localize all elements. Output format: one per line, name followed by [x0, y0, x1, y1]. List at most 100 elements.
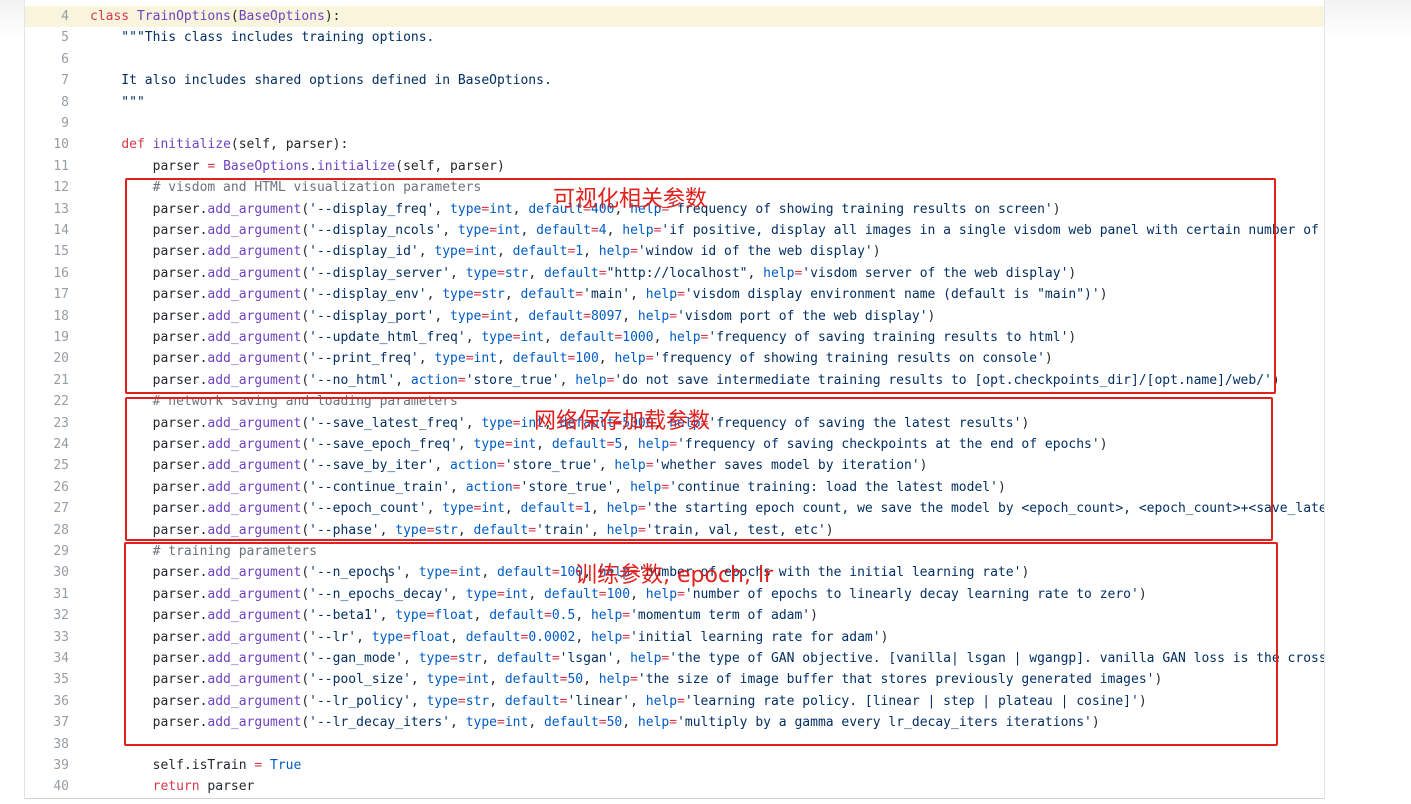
line-number[interactable]: 13: [25, 199, 69, 220]
line-number[interactable]: 12: [25, 177, 69, 198]
code-line[interactable]: 34 parser.add_argument('--gan_mode', typ…: [25, 648, 1324, 669]
line-number[interactable]: 6: [25, 49, 69, 70]
code-line[interactable]: 22 # network saving and loading paramete…: [25, 391, 1324, 412]
line-number[interactable]: 21: [25, 370, 69, 391]
line-code: parser.add_argument('--continue_train', …: [90, 479, 1006, 495]
code-line[interactable]: 13 parser.add_argument('--display_freq',…: [25, 199, 1324, 220]
code-line[interactable]: 24 parser.add_argument('--save_epoch_fre…: [25, 434, 1324, 455]
line-number[interactable]: 31: [25, 584, 69, 605]
line-number[interactable]: 15: [25, 241, 69, 262]
code-viewer[interactable]: 4 class TrainOptions(BaseOptions): 5 """Th…: [24, 0, 1325, 799]
code-line[interactable]: 26 parser.add_argument('--continue_train…: [25, 477, 1324, 498]
code-line[interactable]: 33 parser.add_argument('--lr', type=floa…: [25, 627, 1324, 648]
line-code: parser.add_argument('--save_latest_freq'…: [90, 415, 1030, 431]
code-line[interactable]: 35 parser.add_argument('--pool_size', ty…: [25, 669, 1324, 690]
code-line[interactable]: 37 parser.add_argument('--lr_decay_iters…: [25, 712, 1324, 733]
line-number[interactable]: 24: [25, 434, 69, 455]
line-number[interactable]: 33: [25, 627, 69, 648]
line-code: parser.add_argument('--lr_policy', type=…: [90, 693, 1147, 709]
line-number[interactable]: 38: [25, 734, 69, 755]
line-number[interactable]: 40: [25, 776, 69, 797]
code-line[interactable]: 32 parser.add_argument('--beta1', type=f…: [25, 605, 1324, 626]
line-number[interactable]: 39: [25, 755, 69, 776]
code-line[interactable]: 40 return parser: [25, 776, 1324, 797]
line-code: parser.add_argument('--n_epochs', type=i…: [90, 565, 1030, 581]
code-line[interactable]: 16 parser.add_argument('--display_server…: [25, 263, 1324, 284]
code-line[interactable]: 29 # training parameters: [25, 541, 1324, 562]
line-number[interactable]: 20: [25, 348, 69, 369]
line-number[interactable]: 34: [25, 648, 69, 669]
line-number[interactable]: 8: [25, 92, 69, 113]
code-line[interactable]: 6: [25, 49, 1324, 70]
text-cursor-icon: I: [385, 572, 389, 587]
code-line[interactable]: 9: [25, 113, 1324, 134]
line-number[interactable]: 30: [25, 562, 69, 583]
code-line[interactable]: 38: [25, 734, 1324, 755]
line-code: parser.add_argument('--no_html', action=…: [90, 372, 1280, 388]
line-code: parser.add_argument('--pool_size', type=…: [90, 672, 1163, 688]
code-line[interactable]: 8 """: [25, 92, 1324, 113]
line-code: return parser: [152, 779, 255, 795]
code-line[interactable]: 14 parser.add_argument('--display_ncols'…: [25, 220, 1324, 241]
line-code: """: [90, 94, 145, 110]
code-line[interactable]: 15 parser.add_argument('--display_id', t…: [25, 241, 1324, 262]
line-number[interactable]: 17: [25, 284, 69, 305]
code-line[interactable]: 10 def initialize(self, parser):: [25, 134, 1324, 155]
line-number[interactable]: 29: [25, 541, 69, 562]
line-number[interactable]: 11: [25, 156, 69, 177]
line-number[interactable]: 9: [25, 113, 69, 134]
line-number[interactable]: 5: [25, 27, 69, 48]
line-code: parser.add_argument('--lr', type=float, …: [90, 629, 889, 645]
line-number[interactable]: 36: [25, 691, 69, 712]
line-number[interactable]: 4: [25, 6, 69, 27]
line-code: """This class includes training options.: [90, 30, 435, 46]
line-code: parser.add_argument('--display_port', ty…: [90, 308, 936, 324]
line-number[interactable]: 32: [25, 605, 69, 626]
code-line[interactable]: 7 It also includes shared options define…: [25, 70, 1324, 91]
line-number[interactable]: 14: [25, 220, 69, 241]
code-line[interactable]: 39 self.isTrain = True: [25, 755, 1324, 776]
line-number[interactable]: 37: [25, 712, 69, 733]
code-line[interactable]: 21 parser.add_argument('--no_html', acti…: [25, 370, 1324, 391]
line-code: parser.add_argument('--n_epochs_decay', …: [90, 586, 1147, 602]
line-number[interactable]: 22: [25, 391, 69, 412]
code-line[interactable]: 4 class TrainOptions(BaseOptions):: [25, 6, 1324, 28]
code-line[interactable]: 25 parser.add_argument('--save_by_iter',…: [25, 455, 1324, 476]
code-line[interactable]: 12 # visdom and HTML visualization param…: [25, 177, 1324, 198]
code-line[interactable]: 23 parser.add_argument('--save_latest_fr…: [25, 413, 1324, 434]
code-line[interactable]: 36 parser.add_argument('--lr_policy', ty…: [25, 691, 1324, 712]
line-code: # visdom and HTML visualization paramete…: [90, 180, 482, 196]
line-number[interactable]: 25: [25, 455, 69, 476]
line-code: parser.add_argument('--save_epoch_freq',…: [90, 437, 1108, 452]
page: 4 class TrainOptions(BaseOptions): 5 """Th…: [0, 0, 1411, 804]
line-number[interactable]: 18: [25, 306, 69, 327]
line-code: parser.add_argument('--display_id', type…: [90, 244, 881, 260]
line-code: parser.add_argument('--gan_mode', type=s…: [90, 651, 1324, 666]
line-number[interactable]: 35: [25, 669, 69, 690]
code-line[interactable]: 28 parser.add_argument('--phase', type=s…: [25, 520, 1324, 541]
line-code: parser.add_argument('--display_ncols', t…: [90, 223, 1319, 238]
line-number[interactable]: 16: [25, 263, 69, 284]
code-line[interactable]: 27 parser.add_argument('--epoch_count', …: [25, 498, 1324, 519]
code-line[interactable]: 5 """This class includes training option…: [25, 27, 1324, 48]
line-number[interactable]: 7: [25, 70, 69, 91]
code-line[interactable]: 31 parser.add_argument('--n_epochs_decay…: [25, 584, 1324, 605]
code-line[interactable]: 18 parser.add_argument('--display_port',…: [25, 306, 1324, 327]
line-number[interactable]: 19: [25, 327, 69, 348]
line-number[interactable]: 10: [25, 134, 69, 155]
code-line[interactable]: 20 parser.add_argument('--print_freq', t…: [25, 348, 1324, 369]
code-line[interactable]: 17 parser.add_argument('--display_env', …: [25, 284, 1324, 305]
line-code: parser.add_argument('--display_freq', ty…: [90, 201, 1061, 217]
line-code: def initialize(self, parser):: [121, 137, 349, 153]
line-number[interactable]: 26: [25, 477, 69, 498]
line-code: parser.add_argument('--beta1', type=floa…: [90, 608, 818, 624]
code-line[interactable]: 30 parser.add_argument('--n_epochs', typ…: [25, 562, 1324, 583]
line-code: parser.add_argument('--phase', type=str,…: [90, 522, 834, 538]
line-number[interactable]: 23: [25, 413, 69, 434]
line-number[interactable]: 28: [25, 520, 69, 541]
code-line[interactable]: 11 parser = BaseOptions.initialize(self,…: [25, 156, 1324, 177]
line-number[interactable]: 27: [25, 498, 69, 519]
line-code: It also includes shared options defined …: [90, 73, 552, 89]
line-code: class TrainOptions(BaseOptions):: [90, 9, 341, 24]
code-line[interactable]: 19 parser.add_argument('--update_html_fr…: [25, 327, 1324, 348]
